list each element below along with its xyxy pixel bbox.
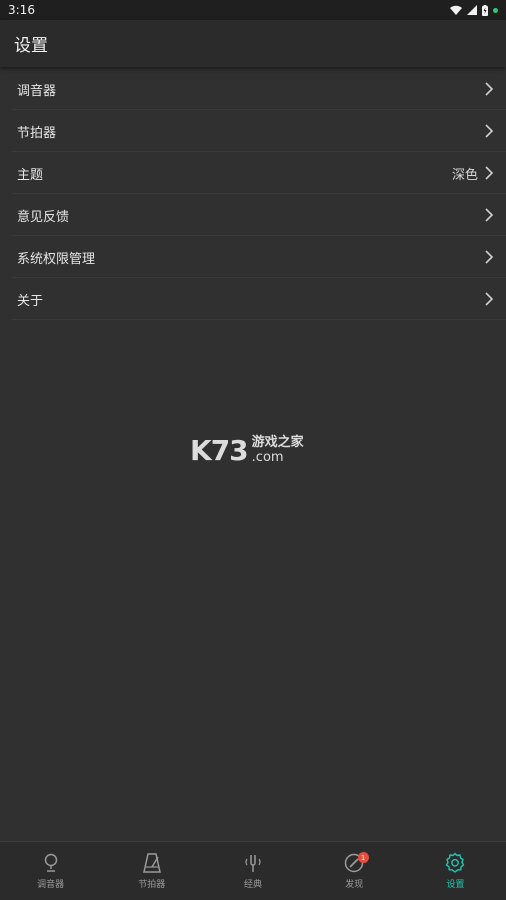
tuning-fork-icon	[245, 855, 261, 872]
theme-value: 深色	[451, 167, 478, 183]
settings-item-right: 深色	[452, 164, 494, 183]
settings-item-tuner[interactable]: 调音器	[0, 68, 506, 110]
settings-item-label: 调音器	[17, 83, 57, 99]
nav-label: 发现	[345, 880, 364, 890]
watermark-logo: K73 游戏之家 .com	[190, 432, 320, 468]
nav-label: 经典	[244, 880, 263, 890]
settings-item-right	[484, 124, 494, 138]
chevron-right-icon	[485, 292, 494, 306]
chevron-right-icon	[485, 166, 494, 180]
discover-badge: 1	[357, 852, 369, 863]
settings-item-permissions[interactable]: 系统权限管理	[0, 236, 506, 278]
watermark-side: 游戏之家 .com	[252, 436, 304, 464]
status-time: 3:16	[8, 3, 35, 17]
gear-icon	[446, 852, 465, 873]
chevron-right-icon	[485, 250, 494, 264]
nav-item-settings[interactable]: 设置	[405, 842, 506, 900]
wifi-icon	[450, 5, 462, 15]
settings-item-feedback[interactable]: 意见反馈	[0, 194, 506, 236]
settings-item-label: 节拍器	[17, 125, 57, 141]
nav-item-classic[interactable]: 经典	[202, 842, 303, 900]
settings-item-right	[484, 208, 494, 222]
nav-item-discover[interactable]: 1 发现	[304, 842, 405, 900]
app-bar: 设置	[0, 20, 506, 67]
watermark-cn: 游戏之家	[251, 435, 304, 450]
metronome-icon	[142, 853, 161, 873]
settings-item-label: 意见反馈	[17, 209, 70, 225]
chevron-right-icon	[485, 208, 494, 222]
nav-item-metronome[interactable]: 节拍器	[101, 842, 202, 900]
nav-item-tuner[interactable]: 调音器	[0, 842, 101, 900]
bottom-nav: 调音器 节拍器 经典 1 发现 设置	[0, 841, 506, 900]
status-icons	[450, 4, 498, 16]
chevron-right-icon	[485, 124, 494, 138]
settings-item-label: 系统权限管理	[17, 251, 96, 267]
settings-item-label: 主题	[17, 167, 44, 183]
settings-item-right	[484, 250, 494, 264]
signal-icon	[467, 5, 477, 15]
settings-item-right	[484, 292, 494, 306]
page-title: 设置	[14, 36, 48, 56]
nav-label: 调音器	[37, 880, 65, 890]
chevron-right-icon	[485, 82, 494, 96]
settings-item-about[interactable]: 关于	[0, 278, 506, 320]
watermark-brand: K73	[190, 433, 249, 467]
watermark-domain: .com	[251, 450, 284, 465]
status-bar: 3:16	[0, 0, 506, 20]
settings-item-metronome[interactable]: 节拍器	[0, 110, 506, 152]
settings-item-right	[484, 82, 494, 96]
settings-item-theme[interactable]: 主题 深色	[0, 152, 506, 194]
nav-label: 节拍器	[138, 880, 166, 890]
settings-item-label: 关于	[17, 293, 44, 309]
tuner-icon	[44, 853, 57, 872]
settings-list: 调音器 节拍器 主题 深色 意见反馈 系统权限管理 关于	[0, 68, 506, 320]
battery-icon	[482, 4, 488, 16]
notification-dot-icon	[493, 7, 498, 13]
nav-label: 设置	[446, 880, 465, 890]
